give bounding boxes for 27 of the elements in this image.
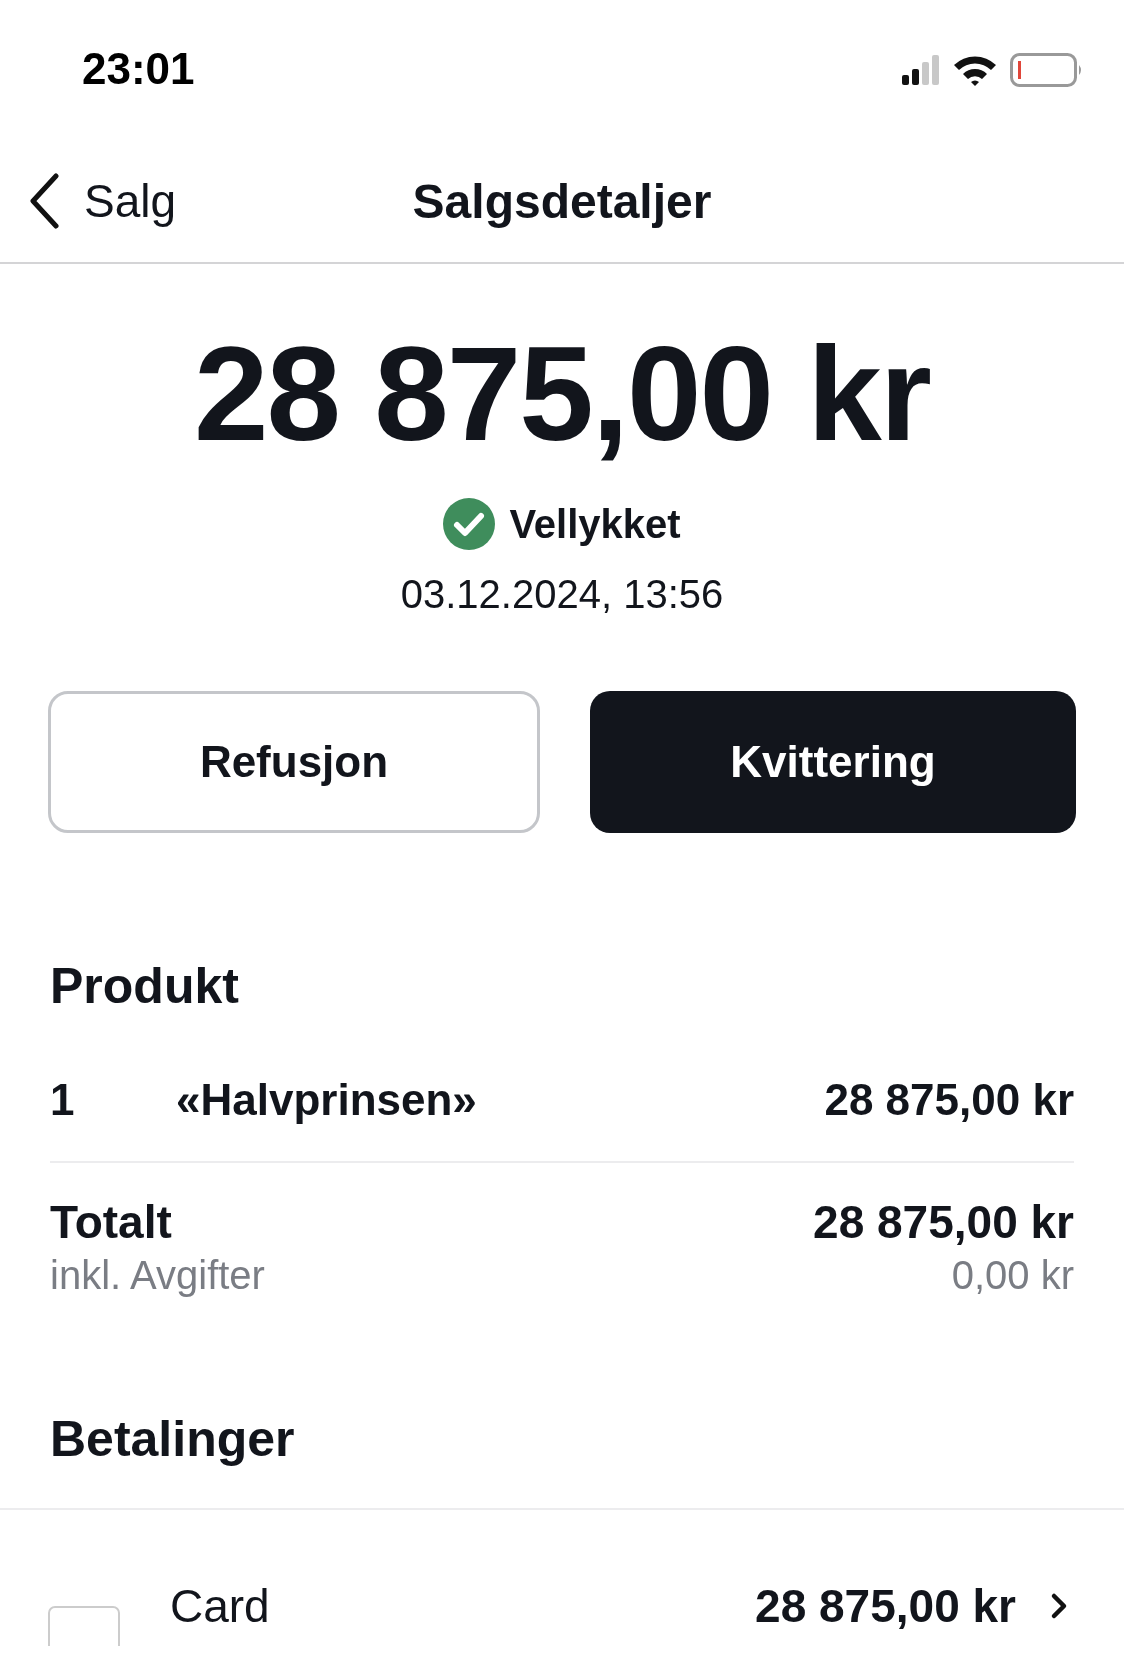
- sale-date: 03.12.2024, 13:56: [399, 572, 725, 617]
- chevron-left-icon: [28, 173, 60, 229]
- check-circle-icon: [443, 498, 496, 550]
- status-time: 23:01: [82, 43, 195, 94]
- product-quantity: 1: [50, 1075, 76, 1125]
- screen-title: Salgsdetaljer: [412, 173, 712, 229]
- card-icon: [48, 1606, 120, 1646]
- product-price: 28 875,00 kr: [824, 1075, 1074, 1125]
- status-label: Vellykket: [509, 501, 681, 547]
- product-name: «Halvprinsen»: [176, 1075, 478, 1125]
- signal-icon: [902, 55, 940, 85]
- section-heading: Betalinger: [49, 1410, 296, 1468]
- payment-row[interactable]: Card 28 875,00 kr: [0, 1508, 1124, 1666]
- wifi-icon: [952, 53, 998, 87]
- tax-value: 0,00 kr: [951, 1253, 1074, 1298]
- sale-amount: 28 875,00 kr: [193, 318, 931, 470]
- chevron-right-icon: [1050, 1592, 1068, 1620]
- battery-icon: [1010, 53, 1084, 87]
- refund-button[interactable]: Refusjon: [48, 691, 540, 833]
- tax-label: inkl. Avgifter: [50, 1253, 265, 1298]
- total-value: 28 875,00 kr: [813, 1195, 1074, 1249]
- total-label: Totalt: [50, 1195, 173, 1249]
- receipt-button[interactable]: Kvittering: [590, 691, 1076, 833]
- section-heading: Produkt: [49, 957, 240, 1015]
- payment-amount: 28 875,00 kr: [755, 1579, 1016, 1633]
- back-button[interactable]: Salg: [0, 173, 177, 229]
- payment-method: Card: [170, 1579, 271, 1633]
